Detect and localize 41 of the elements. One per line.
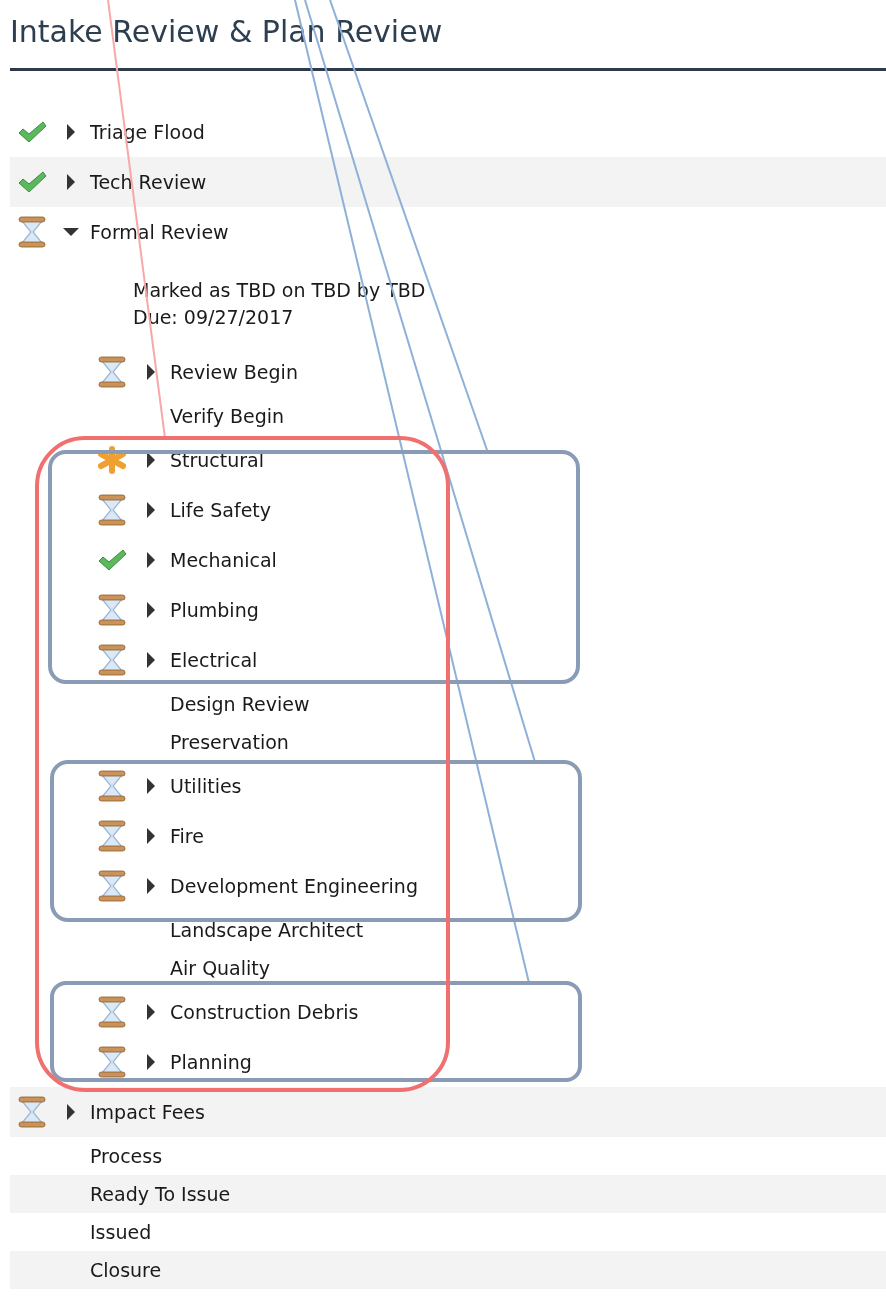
task-label[interactable]: Issued xyxy=(90,1217,152,1247)
task-label[interactable]: Formal Review xyxy=(90,217,229,247)
caret-right-icon[interactable] xyxy=(146,827,156,845)
task-label[interactable]: Structural xyxy=(170,445,265,475)
task-label[interactable]: Impact Fees xyxy=(90,1097,205,1127)
task-label[interactable]: Life Safety xyxy=(170,495,272,525)
task-label[interactable]: Electrical xyxy=(170,645,258,675)
task-label[interactable]: Planning xyxy=(170,1047,252,1077)
task-label[interactable]: Preservation xyxy=(170,727,289,757)
task-label[interactable]: Review Begin xyxy=(170,357,298,387)
task-note: Due: 09/27/2017 xyxy=(133,305,295,330)
caret-right-icon[interactable] xyxy=(146,551,156,569)
page-title: Intake Review & Plan Review xyxy=(10,13,444,51)
caret-right-icon[interactable] xyxy=(146,651,156,669)
caret-right-icon[interactable] xyxy=(146,877,156,895)
task-label[interactable]: Tech Review xyxy=(90,167,207,197)
task-label[interactable]: Development Engineering xyxy=(170,871,418,901)
task-label[interactable]: Verify Begin xyxy=(170,401,285,431)
task-label[interactable]: Plumbing xyxy=(170,595,259,625)
task-label[interactable]: Design Review xyxy=(170,689,310,719)
task-label[interactable]: Closure xyxy=(90,1255,162,1285)
caret-right-icon[interactable] xyxy=(146,1003,156,1021)
caret-right-icon[interactable] xyxy=(146,601,156,619)
task-label[interactable]: Utilities xyxy=(170,771,242,801)
caret-down-icon[interactable] xyxy=(62,227,80,237)
task-label[interactable]: Triage Flood xyxy=(90,117,205,147)
caret-right-icon[interactable] xyxy=(146,501,156,519)
task-label[interactable]: Air Quality xyxy=(170,953,271,983)
task-label[interactable]: Ready To Issue xyxy=(90,1179,231,1209)
caret-right-icon[interactable] xyxy=(146,363,156,381)
caret-right-icon[interactable] xyxy=(66,1103,76,1121)
task-label[interactable]: Mechanical xyxy=(170,545,277,575)
caret-right-icon[interactable] xyxy=(146,451,156,469)
task-label[interactable]: Fire xyxy=(170,821,204,851)
task-label[interactable]: Landscape Architect xyxy=(170,915,364,945)
caret-right-icon[interactable] xyxy=(66,173,76,191)
caret-right-icon[interactable] xyxy=(146,1053,156,1071)
task-label[interactable]: Construction Debris xyxy=(170,997,359,1027)
task-label[interactable]: Process xyxy=(90,1141,163,1171)
caret-right-icon[interactable] xyxy=(66,123,76,141)
caret-right-icon[interactable] xyxy=(146,777,156,795)
